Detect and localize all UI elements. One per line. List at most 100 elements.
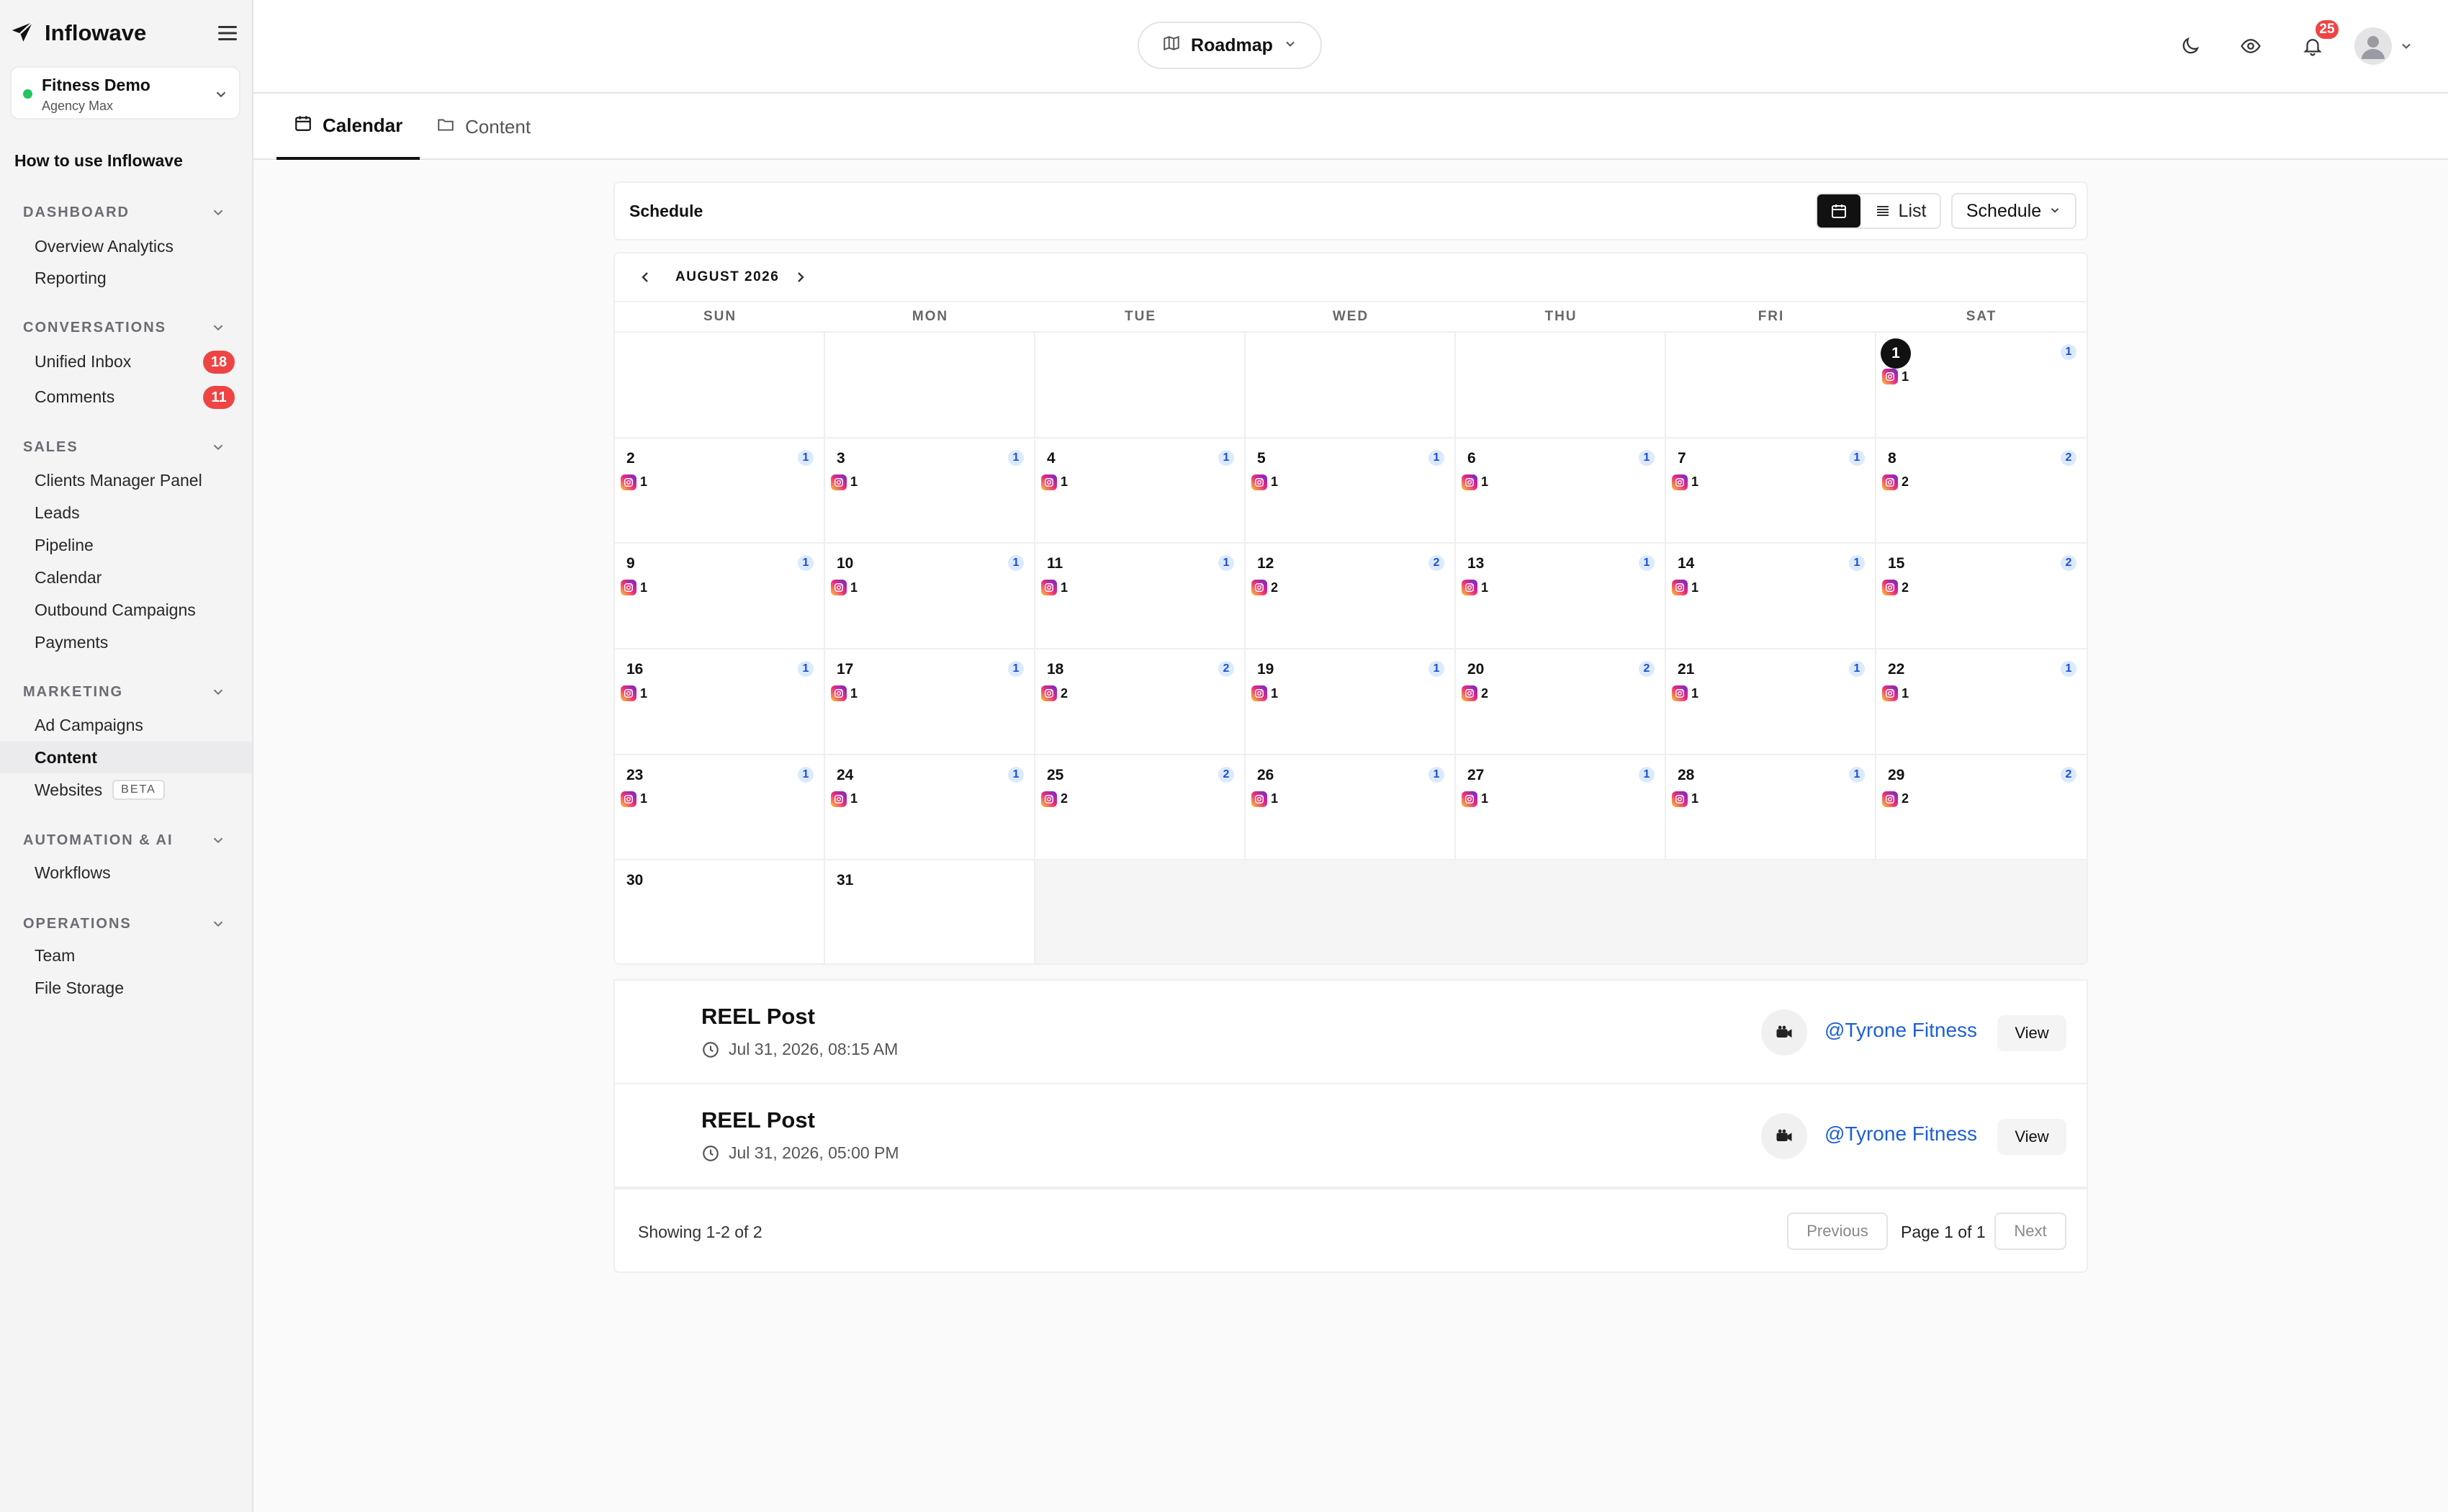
project-selector[interactable]: Roadmap (1138, 22, 1322, 69)
calendar-day-cell[interactable]: 29 2 2 (1876, 755, 2087, 861)
schedule-dropdown[interactable]: Schedule (1951, 193, 2076, 229)
sidebar-item-payments[interactable]: Payments (0, 626, 252, 658)
next-page-button[interactable]: Next (1994, 1212, 2066, 1250)
sidebar-item-file-storage[interactable]: File Storage (0, 972, 252, 1004)
chevron-down-icon[interactable] (210, 916, 226, 932)
moon-icon[interactable] (2176, 32, 2205, 60)
sidebar-item-content[interactable]: Content (0, 742, 252, 773)
section-title-automation-ai[interactable]: AUTOMATION & AI (23, 832, 174, 849)
instagram-post-indicator[interactable]: 1 (1041, 580, 1068, 596)
instagram-post-indicator[interactable]: 1 (621, 580, 647, 596)
sidebar-item-websites[interactable]: Websites BETA (0, 774, 252, 806)
sidebar-item-pipeline[interactable]: Pipeline (0, 529, 252, 561)
calendar-day-cell[interactable]: 711 (1666, 438, 1876, 544)
calendar-view-button[interactable] (1817, 194, 1860, 228)
chevron-down-icon[interactable] (210, 832, 226, 848)
tab-calendar[interactable]: Calendar (276, 94, 420, 160)
calendar-day-cell[interactable]: 822 (1876, 438, 2087, 544)
instagram-post-indicator[interactable]: 2 (1041, 791, 1068, 807)
section-title-operations[interactable]: OPERATIONS (23, 916, 132, 932)
instagram-post-indicator[interactable]: 1 (1462, 791, 1488, 807)
chevron-right-icon[interactable] (792, 269, 809, 286)
instagram-post-indicator[interactable]: 2 (1462, 685, 1488, 701)
sidebar-item-unified-inbox[interactable]: Unified Inbox 18 (0, 346, 252, 377)
instagram-post-indicator[interactable]: 1 (1672, 685, 1698, 701)
chevron-down-icon[interactable] (210, 320, 226, 336)
section-title-conversations[interactable]: CONVERSATIONS (23, 320, 166, 336)
instagram-post-indicator[interactable]: 2 (1882, 474, 1909, 490)
instagram-post-indicator[interactable]: 1 (1672, 791, 1698, 807)
chevron-left-icon[interactable] (636, 269, 654, 286)
calendar-day-cell[interactable]: 31 (825, 860, 1035, 963)
calendar-day-cell[interactable]: 19 1 1 (1246, 649, 1456, 755)
previous-page-button[interactable]: Previous (1787, 1212, 1888, 1250)
help-link[interactable]: How to use Inflowave (14, 151, 183, 171)
instagram-post-indicator[interactable]: 1 (831, 474, 858, 490)
calendar-day-cell[interactable]: 611 (1456, 438, 1666, 544)
instagram-post-indicator[interactable]: 1 (831, 791, 858, 807)
calendar-day-cell[interactable]: 24 1 1 (825, 755, 1035, 861)
list-view-button[interactable]: List (1860, 194, 1940, 228)
calendar-day-cell[interactable]: 30 (615, 860, 825, 963)
account-handle-link[interactable]: @Tyrone Fitness (1824, 1122, 1977, 1146)
calendar-day-cell[interactable]: 511 (1246, 438, 1456, 544)
calendar-day-cell[interactable]: 15 2 2 (1876, 544, 2087, 649)
calendar-day-cell[interactable]: 17 1 1 (825, 649, 1035, 755)
workspace-switcher[interactable]: Fitness Demo Agency Max (10, 66, 240, 120)
calendar-day-cell[interactable]: 12 2 2 (1246, 544, 1456, 649)
post-row[interactable]: REEL Post Jul 31, 2026, 08:15 AM @Tyrone… (613, 979, 2088, 1084)
instagram-post-indicator[interactable]: 1 (1041, 474, 1068, 490)
instagram-post-indicator[interactable]: 1 (1462, 474, 1488, 490)
sidebar-item-overview-analytics[interactable]: Overview Analytics (0, 230, 252, 262)
calendar-day-cell[interactable]: 211 (615, 438, 825, 544)
eye-icon[interactable] (2236, 32, 2265, 60)
calendar-day-cell[interactable]: 10 1 1 (825, 544, 1035, 649)
instagram-post-indicator[interactable]: 2 (1882, 791, 1909, 807)
instagram-post-indicator[interactable]: 1 (1251, 685, 1278, 701)
calendar-day-cell[interactable]: 22 1 1 (1876, 649, 2087, 755)
sidebar-item-calendar[interactable]: Calendar (0, 562, 252, 593)
view-button[interactable]: View (1997, 1015, 2066, 1051)
calendar-day-cell[interactable]: 18 2 2 (1035, 649, 1246, 755)
calendar-day-cell[interactable]: 311 (825, 438, 1035, 544)
calendar-day-cell[interactable]: 26 1 1 (1246, 755, 1456, 861)
instagram-post-indicator[interactable]: 1 (621, 791, 647, 807)
sidebar-item-clients-manager-panel[interactable]: Clients Manager Panel (0, 464, 252, 496)
calendar-day-cell[interactable]: 20 2 2 (1456, 649, 1666, 755)
section-title-marketing[interactable]: MARKETING (23, 684, 123, 701)
account-handle-link[interactable]: @Tyrone Fitness (1824, 1019, 1977, 1042)
instagram-post-indicator[interactable]: 1 (621, 685, 647, 701)
chevron-down-icon[interactable] (2399, 39, 2413, 53)
instagram-post-indicator[interactable]: 2 (1882, 580, 1909, 596)
calendar-day-cell[interactable]: 911 (615, 544, 825, 649)
instagram-post-indicator[interactable]: 1 (1462, 580, 1488, 596)
sidebar-item-team[interactable]: Team (0, 940, 252, 971)
chevron-down-icon[interactable] (210, 684, 226, 700)
instagram-post-indicator[interactable]: 1 (621, 474, 647, 490)
sidebar-item-reporting[interactable]: Reporting (0, 262, 252, 294)
instagram-post-indicator[interactable]: 1 (1672, 474, 1698, 490)
sidebar-item-comments[interactable]: Comments 11 (0, 381, 252, 413)
hamburger-menu-icon[interactable] (215, 20, 240, 46)
instagram-post-indicator[interactable]: 1 (831, 580, 858, 596)
calendar-day-cell[interactable]: 25 2 2 (1035, 755, 1246, 861)
calendar-day-cell[interactable]: 13 1 1 (1456, 544, 1666, 649)
tab-content[interactable]: Content (419, 94, 548, 160)
calendar-day-cell[interactable]: 14 1 1 (1666, 544, 1876, 649)
sidebar-item-leads[interactable]: Leads (0, 497, 252, 528)
chevron-down-icon[interactable] (210, 204, 226, 220)
instagram-post-indicator[interactable]: 2 (1251, 580, 1278, 596)
sidebar-item-ad-campaigns[interactable]: Ad Campaigns (0, 709, 252, 741)
section-title-dashboard[interactable]: DASHBOARD (23, 204, 130, 221)
post-row[interactable]: REEL Post Jul 31, 2026, 05:00 PM @Tyrone… (613, 1083, 2088, 1188)
user-avatar-icon[interactable] (2354, 27, 2392, 65)
calendar-day-cell[interactable]: 21 1 1 (1666, 649, 1876, 755)
calendar-day-cell[interactable]: 11 1 1 (1035, 544, 1246, 649)
calendar-day-cell[interactable]: 27 1 1 (1456, 755, 1666, 861)
instagram-post-indicator[interactable]: 2 (1041, 685, 1068, 701)
sidebar-item-workflows[interactable]: Workflows (0, 857, 252, 888)
calendar-day-cell[interactable]: 16 1 1 (615, 649, 825, 755)
calendar-day-cell[interactable]: 111 (1876, 333, 2087, 438)
instagram-post-indicator[interactable]: 1 (831, 685, 858, 701)
instagram-post-indicator[interactable]: 1 (1251, 474, 1278, 490)
